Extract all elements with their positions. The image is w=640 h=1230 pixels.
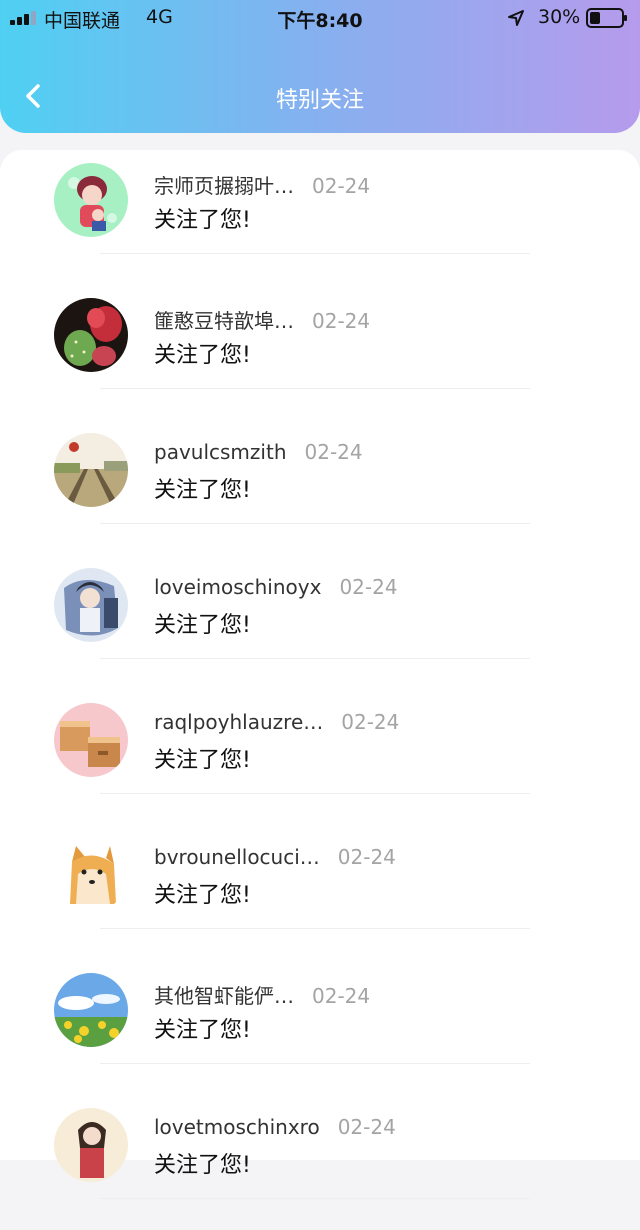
item-date: 02-24 [312, 174, 371, 198]
notification-list: 宗师页搌搦叶… 02-24 关注了您! 篚憨豆特歆埠… 02-24 关注了您! [0, 150, 640, 1199]
item-date: 02-24 [341, 710, 400, 734]
list-item[interactable]: 篚憨豆特歆埠… 02-24 关注了您! [0, 285, 640, 420]
sky-flowers-avatar[interactable] [54, 973, 128, 1047]
cartoon-boy-avatar[interactable] [54, 163, 128, 237]
user-name[interactable]: 篚憨豆特歆埠… [154, 309, 294, 333]
user-name[interactable]: 其他智虾能俨… [154, 984, 294, 1008]
user-name[interactable]: raqlpoyhlauzre… [154, 710, 323, 734]
page-title: 特别关注 [275, 88, 364, 113]
divider [100, 793, 530, 794]
item-message: 关注了您! [154, 883, 251, 908]
shiba-dog-avatar[interactable] [54, 838, 128, 912]
list-item[interactable]: 其他智虾能俨… 02-24 关注了您! [0, 960, 640, 1095]
list-item[interactable]: raqlpoyhlauzre… 02-24 关注了您! [0, 690, 640, 825]
railway-track-avatar[interactable] [54, 433, 128, 507]
divider [100, 1198, 530, 1199]
divider [100, 253, 530, 254]
item-message: 关注了您! [154, 1018, 251, 1043]
item-date: 02-24 [339, 575, 398, 599]
divider [100, 523, 530, 524]
divider [100, 388, 530, 389]
item-date: 02-24 [304, 440, 363, 464]
item-message: 关注了您! [154, 1153, 251, 1178]
status-bar: 中国联通 4G 下午8:40 30% [0, 0, 640, 36]
list-item[interactable]: lovetmoschinxro 02-24 关注了您! [0, 1095, 640, 1230]
item-date: 02-24 [337, 1115, 396, 1139]
user-name[interactable]: pavulcsmzith [154, 440, 287, 464]
item-message: 关注了您! [154, 613, 251, 638]
list-item[interactable]: loveimoschinoyx 02-24 关注了您! [0, 555, 640, 690]
divider [100, 928, 530, 929]
item-message: 关注了您! [154, 343, 251, 368]
user-name[interactable]: loveimoschinoyx [154, 575, 321, 599]
list-item[interactable]: pavulcsmzith 02-24 关注了您! [0, 420, 640, 555]
list-item[interactable]: bvrounellocuci… 02-24 关注了您! [0, 825, 640, 960]
user-name[interactable]: lovetmoschinxro [154, 1115, 320, 1139]
header-bar: 中国联通 4G 下午8:40 30% 特别关注 [0, 0, 640, 133]
divider [100, 1063, 530, 1064]
cactus-flower-avatar[interactable] [54, 298, 128, 372]
item-date: 02-24 [337, 845, 396, 869]
anime-warrior-avatar[interactable] [54, 568, 128, 642]
battery-icon [586, 8, 627, 28]
item-date: 02-24 [312, 309, 371, 333]
list-item[interactable]: 宗师页搌搦叶… 02-24 关注了您! [0, 150, 640, 285]
location-arrow-icon [508, 10, 524, 26]
divider [100, 658, 530, 659]
costume-girl-avatar[interactable] [54, 1108, 128, 1182]
user-name[interactable]: bvrounellocuci… [154, 845, 320, 869]
battery-percent: 30% [538, 6, 581, 28]
item-message: 关注了您! [154, 748, 251, 773]
wooden-boxes-avatar[interactable] [54, 703, 128, 777]
item-date: 02-24 [312, 984, 371, 1008]
user-name[interactable]: 宗师页搌搦叶… [154, 174, 294, 198]
item-message: 关注了您! [154, 478, 251, 503]
item-message: 关注了您! [154, 208, 251, 233]
